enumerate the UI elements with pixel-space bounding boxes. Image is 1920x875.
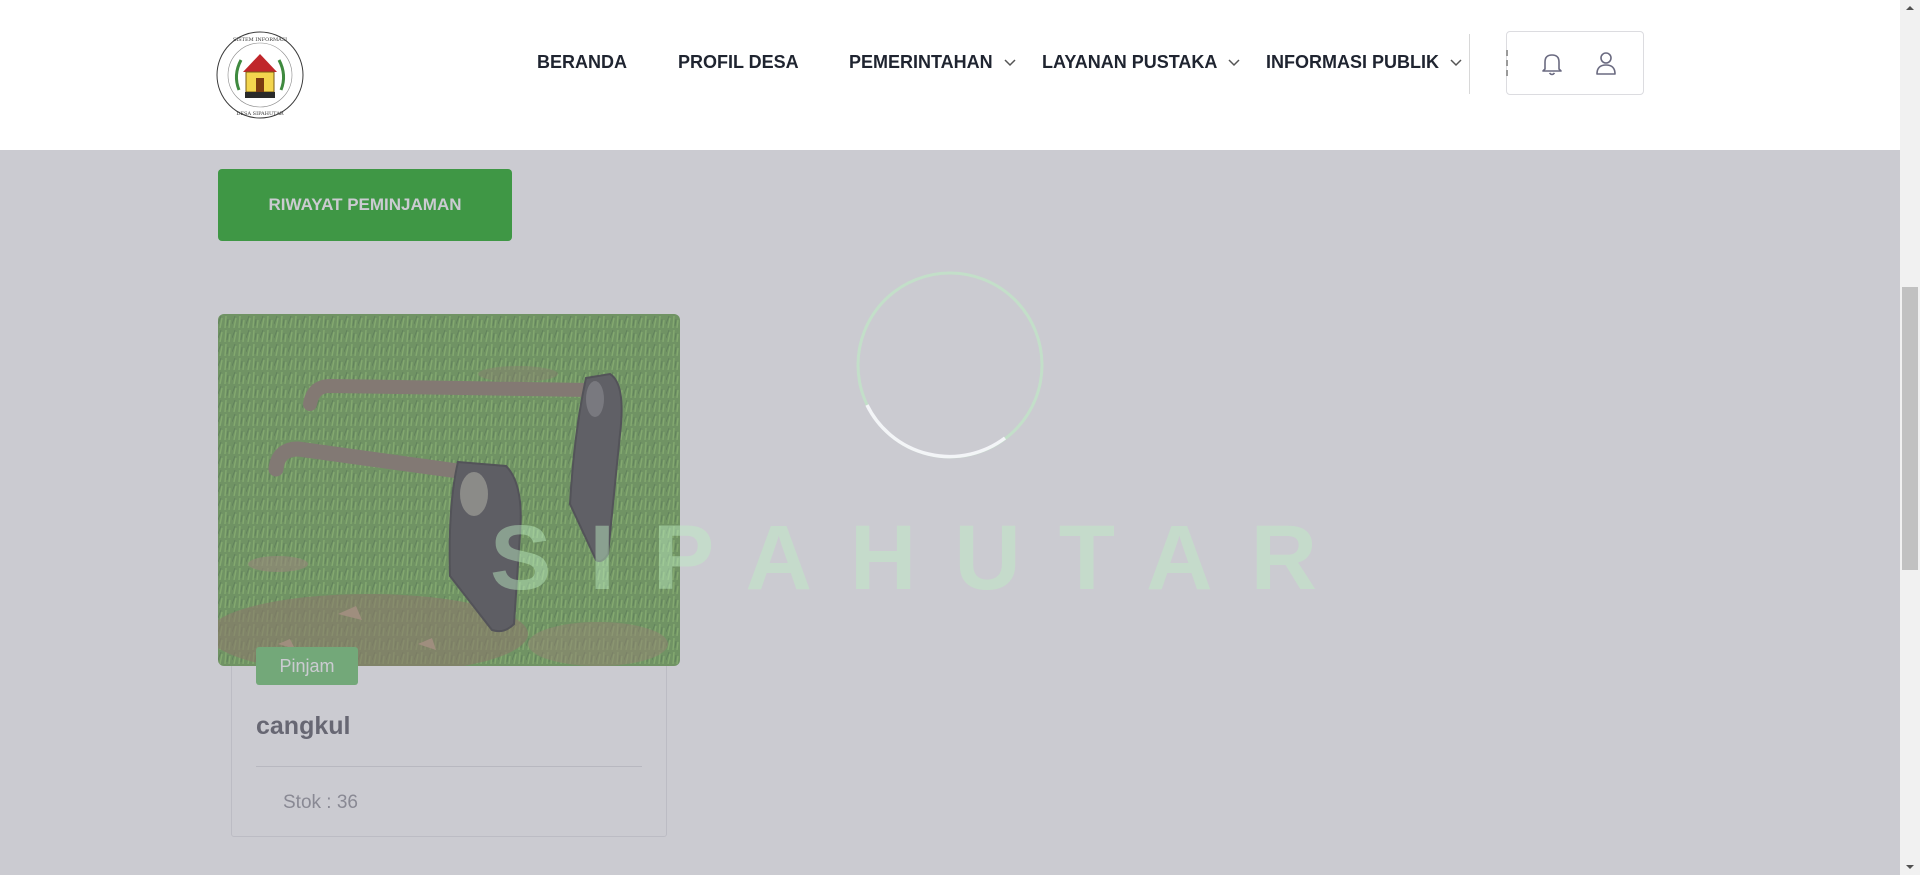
nav-profil-desa-label: PROFIL DESA <box>678 52 799 72</box>
scroll-thumb[interactable] <box>1902 287 1918 570</box>
nav-beranda-label: BERANDA <box>537 52 627 72</box>
nav-divider <box>1469 34 1470 94</box>
nav-pemerintahan-label: PEMERINTAHAN <box>849 52 993 72</box>
svg-text:DESA SIPAHUTAR: DESA SIPAHUTAR <box>236 111 283 117</box>
header-icon-group <box>1506 31 1644 95</box>
chevron-down-icon <box>1228 59 1240 67</box>
svg-text:SISTEM INFORMASI: SISTEM INFORMASI <box>233 37 287 43</box>
collapsed-menu-marker <box>1506 50 1511 76</box>
nav-pemerintahan[interactable]: PEMERINTAHAN <box>849 48 1016 76</box>
scroll-up-arrow-icon[interactable] <box>1900 0 1920 16</box>
vertical-scrollbar[interactable] <box>1900 0 1920 875</box>
scroll-down-arrow-icon[interactable] <box>1900 859 1920 875</box>
loading-spinner-icon <box>856 271 1044 459</box>
nav-layanan-pustaka-label: LAYANAN PUSTAKA <box>1042 52 1217 72</box>
nav-informasi-publik[interactable]: INFORMASI PUBLIK <box>1266 48 1462 76</box>
bell-icon[interactable] <box>1537 48 1567 78</box>
nav-beranda[interactable]: BERANDA <box>537 48 627 76</box>
chevron-down-icon <box>1004 59 1016 67</box>
village-logo[interactable]: SISTEM INFORMASI DESA SIPAHUTAR <box>215 30 305 120</box>
loading-overlay: SIPAHUTAR <box>0 150 1900 875</box>
site-header: SISTEM INFORMASI DESA SIPAHUTAR BERANDA … <box>0 0 1900 150</box>
nav-informasi-publik-label: INFORMASI PUBLIK <box>1266 52 1439 72</box>
user-icon[interactable] <box>1591 48 1621 78</box>
watermark-text: SIPAHUTAR <box>490 507 1356 609</box>
nav-layanan-pustaka[interactable]: LAYANAN PUSTAKA <box>1042 48 1240 76</box>
nav-profil-desa[interactable]: PROFIL DESA <box>678 48 799 76</box>
chevron-down-icon <box>1450 59 1462 67</box>
